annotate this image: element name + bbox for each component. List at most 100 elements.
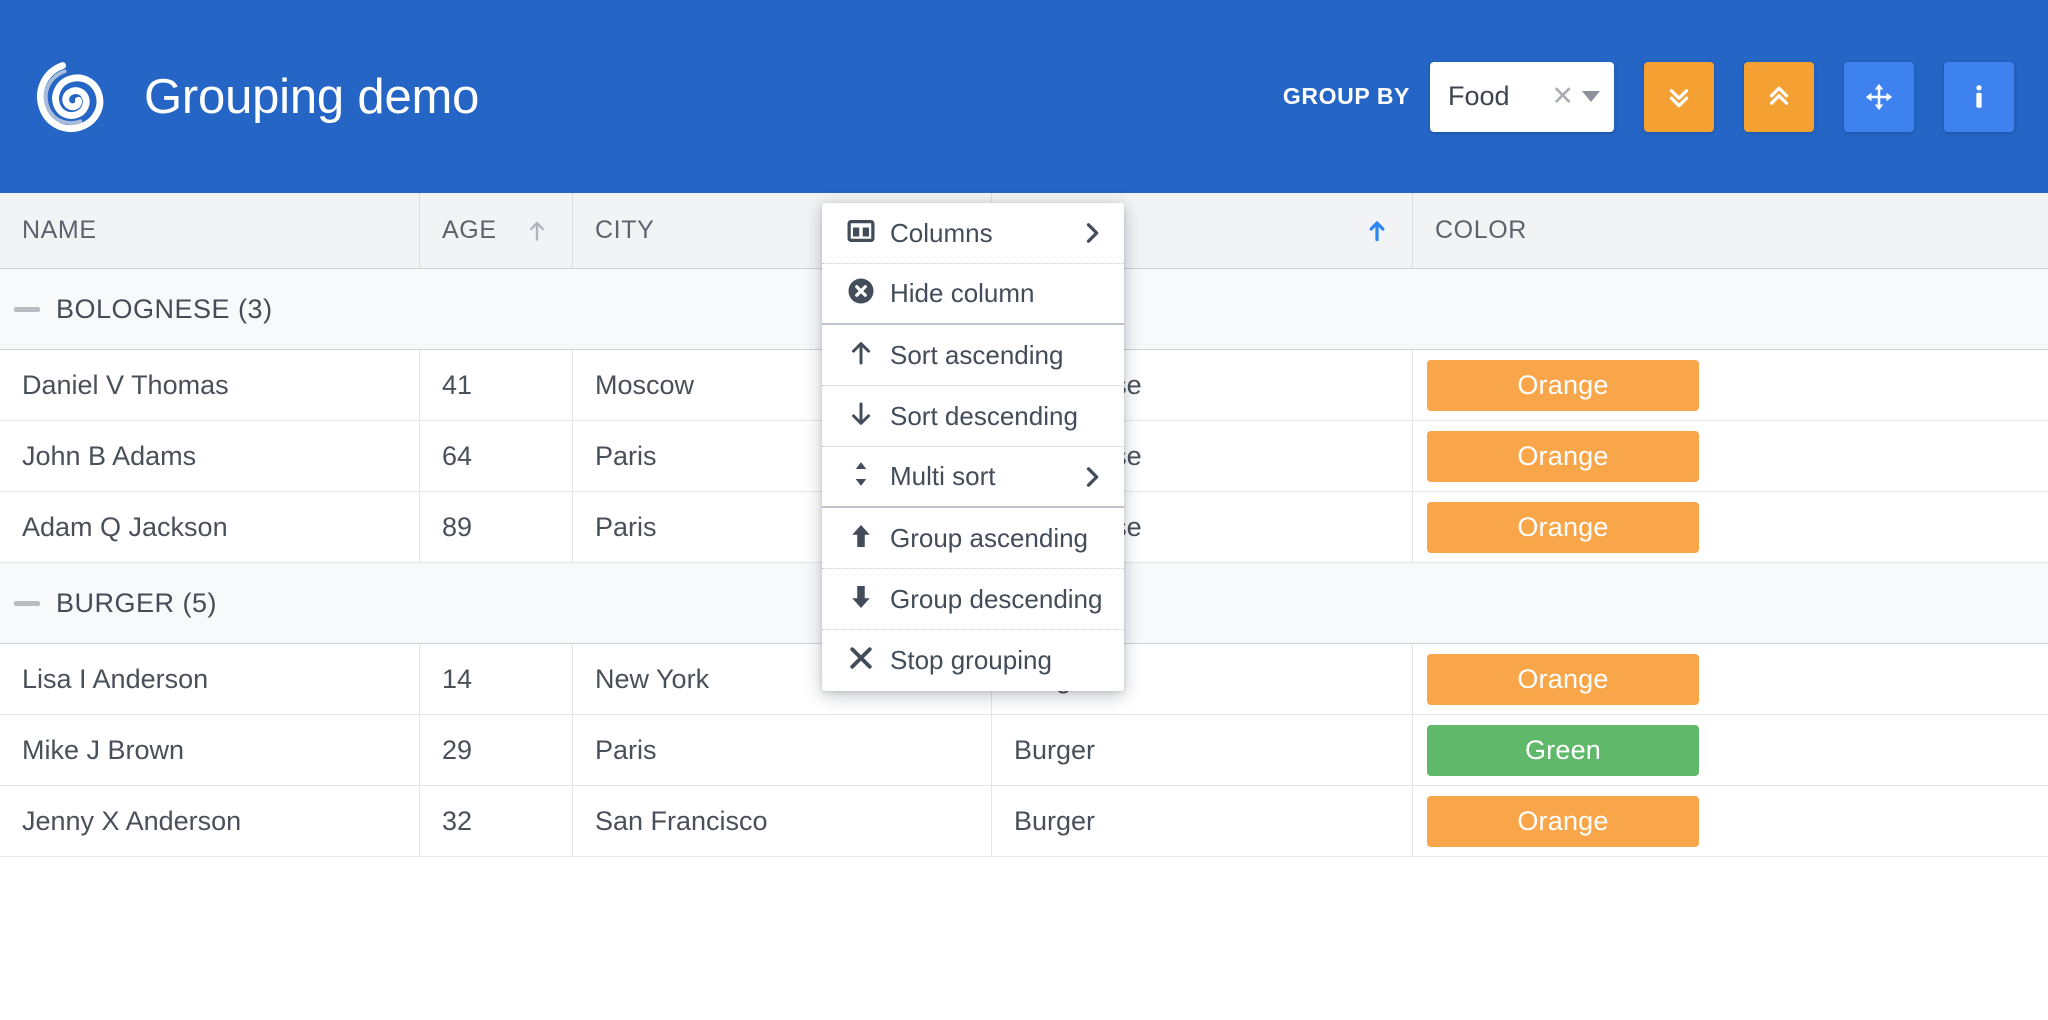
column-header-age[interactable]: AGE bbox=[420, 193, 573, 268]
circle-x-icon-wrap bbox=[844, 276, 878, 311]
menu-item-label: Group ascending bbox=[890, 523, 1088, 554]
brand: Grouping demo bbox=[0, 59, 479, 135]
sort-ascending-indicator-food[interactable] bbox=[1364, 218, 1390, 244]
cell-food[interactable]: Burger bbox=[992, 786, 1413, 856]
header-toolbar: GROUP BY Food ✕ bbox=[1283, 62, 2048, 132]
bold-arrow-down-icon bbox=[846, 582, 876, 617]
menu-item-label: Sort ascending bbox=[890, 340, 1063, 371]
menu-item-sort-ascending[interactable]: Sort ascending bbox=[822, 325, 1124, 386]
column-header-label: CITY bbox=[595, 216, 654, 245]
menu-item-sort-descending[interactable]: Sort descending bbox=[822, 386, 1124, 447]
info-button[interactable] bbox=[1944, 62, 2014, 132]
cell-city[interactable]: San Francisco bbox=[573, 786, 992, 856]
cell-city[interactable]: Paris bbox=[573, 715, 992, 785]
move-button[interactable] bbox=[1844, 62, 1914, 132]
menu-item-group-descending[interactable]: Group descending bbox=[822, 569, 1124, 630]
column-context-menu: Columns Hide column Sort ascending Sort des… bbox=[822, 203, 1124, 691]
bold-arrow-up-icon-wrap bbox=[844, 521, 878, 556]
cell-color[interactable]: Orange bbox=[1413, 644, 2048, 714]
table-row[interactable]: Mike J Brown29ParisBurger Green bbox=[0, 715, 2048, 786]
columns-icon-wrap bbox=[844, 216, 878, 251]
columns-icon bbox=[846, 216, 876, 251]
color-badge: Orange bbox=[1427, 431, 1699, 482]
table-row[interactable]: Jenny X Anderson32San FranciscoBurger Ora… bbox=[0, 786, 2048, 857]
cell-age[interactable]: 14 bbox=[420, 644, 573, 714]
color-badge: Orange bbox=[1427, 654, 1699, 705]
column-header-name[interactable]: NAME bbox=[0, 193, 420, 268]
cell-color[interactable]: Orange bbox=[1413, 350, 2048, 420]
menu-item-label: Group descending bbox=[890, 584, 1102, 615]
cell-color[interactable]: Green bbox=[1413, 715, 2048, 785]
group-header-label: BURGER (5) bbox=[56, 588, 217, 619]
chevron-right-icon bbox=[1078, 478, 1106, 495]
double-chevron-up-icon bbox=[1764, 82, 1794, 112]
menu-item-label: Sort descending bbox=[890, 401, 1078, 432]
cell-name[interactable]: Adam Q Jackson bbox=[0, 492, 420, 562]
menu-item-columns[interactable]: Columns bbox=[822, 203, 1124, 264]
bold-arrow-up-icon bbox=[846, 521, 876, 556]
expand-all-button[interactable] bbox=[1644, 62, 1714, 132]
sort-ascending-indicator-age[interactable] bbox=[524, 218, 550, 244]
chevron-right-icon bbox=[1078, 234, 1106, 251]
menu-item-label: Stop grouping bbox=[890, 645, 1052, 676]
color-badge: Orange bbox=[1427, 796, 1699, 847]
move-arrows-icon bbox=[1864, 82, 1894, 112]
menu-item-label: Multi sort bbox=[890, 461, 995, 492]
color-badge: Orange bbox=[1427, 360, 1699, 411]
group-by-select[interactable]: Food ✕ bbox=[1430, 62, 1614, 132]
color-badge: Orange bbox=[1427, 502, 1699, 553]
menu-item-hide-column[interactable]: Hide column bbox=[822, 264, 1124, 325]
cell-color[interactable]: Orange bbox=[1413, 786, 2048, 856]
menu-item-multi-sort[interactable]: Multi sort bbox=[822, 447, 1124, 508]
cell-name[interactable]: Jenny X Anderson bbox=[0, 786, 420, 856]
up-down-arrows-icon-wrap bbox=[844, 459, 878, 494]
group-by-value: Food bbox=[1448, 81, 1551, 112]
arrow-up-icon-wrap bbox=[844, 338, 878, 373]
submenu-chevron-right-icon[interactable] bbox=[1078, 463, 1106, 491]
cell-age[interactable]: 29 bbox=[420, 715, 573, 785]
submenu-chevron-right-icon[interactable] bbox=[1078, 219, 1106, 247]
x-icon-wrap bbox=[844, 643, 878, 678]
menu-item-label: Hide column bbox=[890, 278, 1035, 309]
app-header: Grouping demo GROUP BY Food ✕ bbox=[0, 0, 2048, 193]
sort-asc-grey-icon bbox=[524, 231, 550, 248]
cell-color[interactable]: Orange bbox=[1413, 421, 2048, 491]
cell-color[interactable]: Orange bbox=[1413, 492, 2048, 562]
arrow-down-icon-wrap bbox=[844, 399, 878, 434]
group-header-label: BOLOGNESE (3) bbox=[56, 294, 273, 325]
cell-name[interactable]: John B Adams bbox=[0, 421, 420, 491]
bold-arrow-down-icon-wrap bbox=[844, 582, 878, 617]
color-badge: Green bbox=[1427, 725, 1699, 776]
column-header-label: NAME bbox=[22, 216, 97, 245]
chevron-down-icon[interactable] bbox=[1582, 91, 1600, 102]
column-header-color[interactable]: COLOR bbox=[1413, 193, 2048, 268]
column-header-label: AGE bbox=[442, 216, 497, 245]
cell-name[interactable]: Mike J Brown bbox=[0, 715, 420, 785]
spiral-logo-icon bbox=[36, 59, 112, 135]
cell-age[interactable]: 89 bbox=[420, 492, 573, 562]
x-icon bbox=[846, 643, 876, 678]
circle-x-icon bbox=[846, 276, 876, 311]
cell-name[interactable]: Daniel V Thomas bbox=[0, 350, 420, 420]
menu-item-stop-grouping[interactable]: Stop grouping bbox=[822, 630, 1124, 691]
double-chevron-down-icon bbox=[1664, 82, 1694, 112]
up-down-arrows-icon bbox=[846, 459, 876, 494]
app-root: Grouping demo GROUP BY Food ✕ bbox=[0, 0, 2048, 1020]
arrow-up-icon bbox=[846, 338, 876, 373]
sort-asc-blue-icon bbox=[1364, 231, 1390, 248]
info-icon bbox=[1964, 82, 1994, 112]
cell-age[interactable]: 64 bbox=[420, 421, 573, 491]
group-by-label: GROUP BY bbox=[1283, 83, 1410, 110]
cell-age[interactable]: 32 bbox=[420, 786, 573, 856]
cell-food[interactable]: Burger bbox=[992, 715, 1413, 785]
collapse-all-button[interactable] bbox=[1744, 62, 1814, 132]
collapse-minus-icon[interactable] bbox=[14, 307, 40, 312]
column-header-label: COLOR bbox=[1435, 216, 1527, 245]
menu-item-group-ascending[interactable]: Group ascending bbox=[822, 508, 1124, 569]
cell-name[interactable]: Lisa I Anderson bbox=[0, 644, 420, 714]
cell-age[interactable]: 41 bbox=[420, 350, 573, 420]
arrow-down-icon bbox=[846, 399, 876, 434]
clear-x-icon[interactable]: ✕ bbox=[1551, 83, 1574, 110]
collapse-minus-icon[interactable] bbox=[14, 601, 40, 606]
page-title: Grouping demo bbox=[144, 69, 479, 125]
